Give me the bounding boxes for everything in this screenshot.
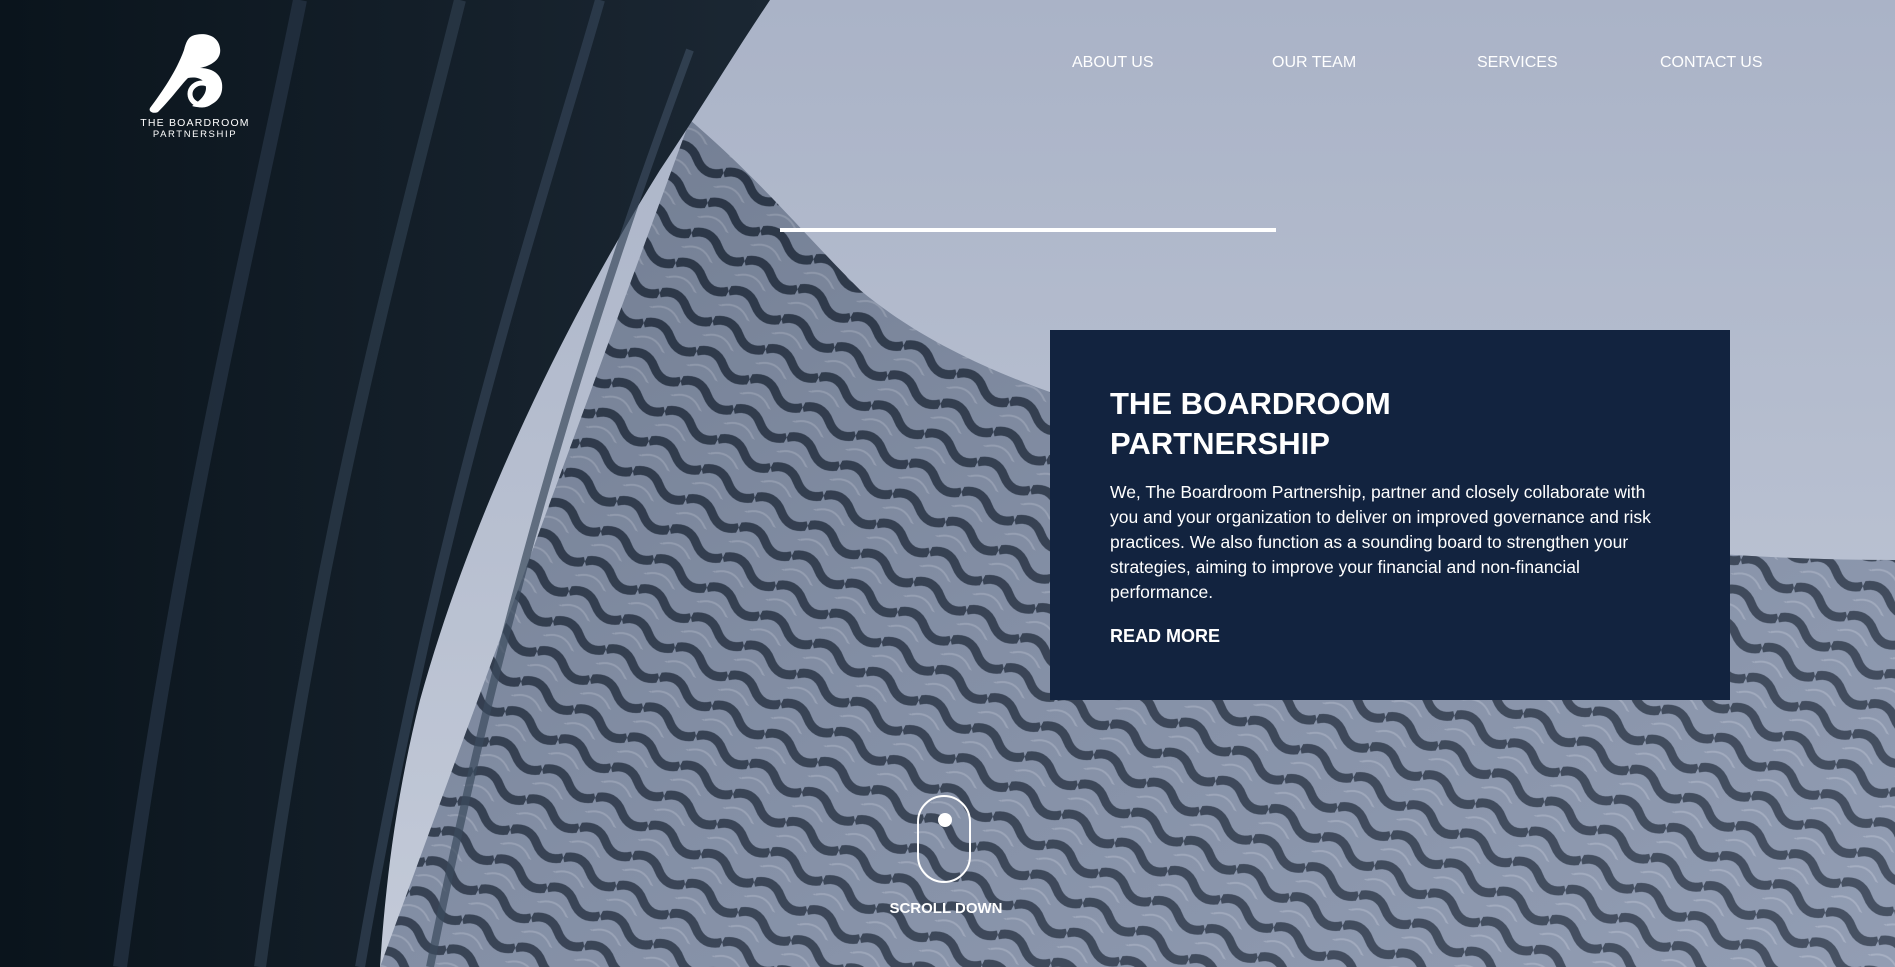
nav-our-team[interactable]: OUR TEAM: [1272, 54, 1356, 72]
logo-text-line1: THE BOARDROOM: [140, 117, 250, 129]
mouse-scroll-icon: [917, 795, 971, 883]
intro-card: THE BOARDROOM PARTNERSHIP We, The Boardr…: [1050, 330, 1730, 700]
nav-about-us[interactable]: ABOUT US: [1072, 54, 1154, 72]
accent-divider: [780, 228, 1276, 232]
scroll-down-button[interactable]: SCROLL DOWN: [866, 795, 1026, 917]
logo-text-line2: PARTNERSHIP: [152, 129, 238, 140]
nav-services[interactable]: SERVICES: [1477, 54, 1558, 72]
mouse-wheel-dot: [938, 813, 952, 827]
company-logo[interactable]: THE BOARDROOM PARTNERSHIP: [140, 32, 250, 142]
card-description: We, The Boardroom Partnership, partner a…: [1110, 482, 1651, 602]
scroll-down-label: SCROLL DOWN: [889, 900, 1003, 917]
card-title: THE BOARDROOM PARTNERSHIP: [1110, 384, 1530, 464]
main-nav: ABOUT US OUR TEAM SERVICES CONTACT US: [0, 54, 1895, 78]
card-title-line1: THE BOARDROOM: [1110, 386, 1391, 421]
card-title-line2: PARTNERSHIP: [1110, 426, 1330, 461]
nav-contact-us[interactable]: CONTACT US: [1660, 54, 1763, 72]
read-more-link[interactable]: READ MORE: [1110, 626, 1220, 647]
